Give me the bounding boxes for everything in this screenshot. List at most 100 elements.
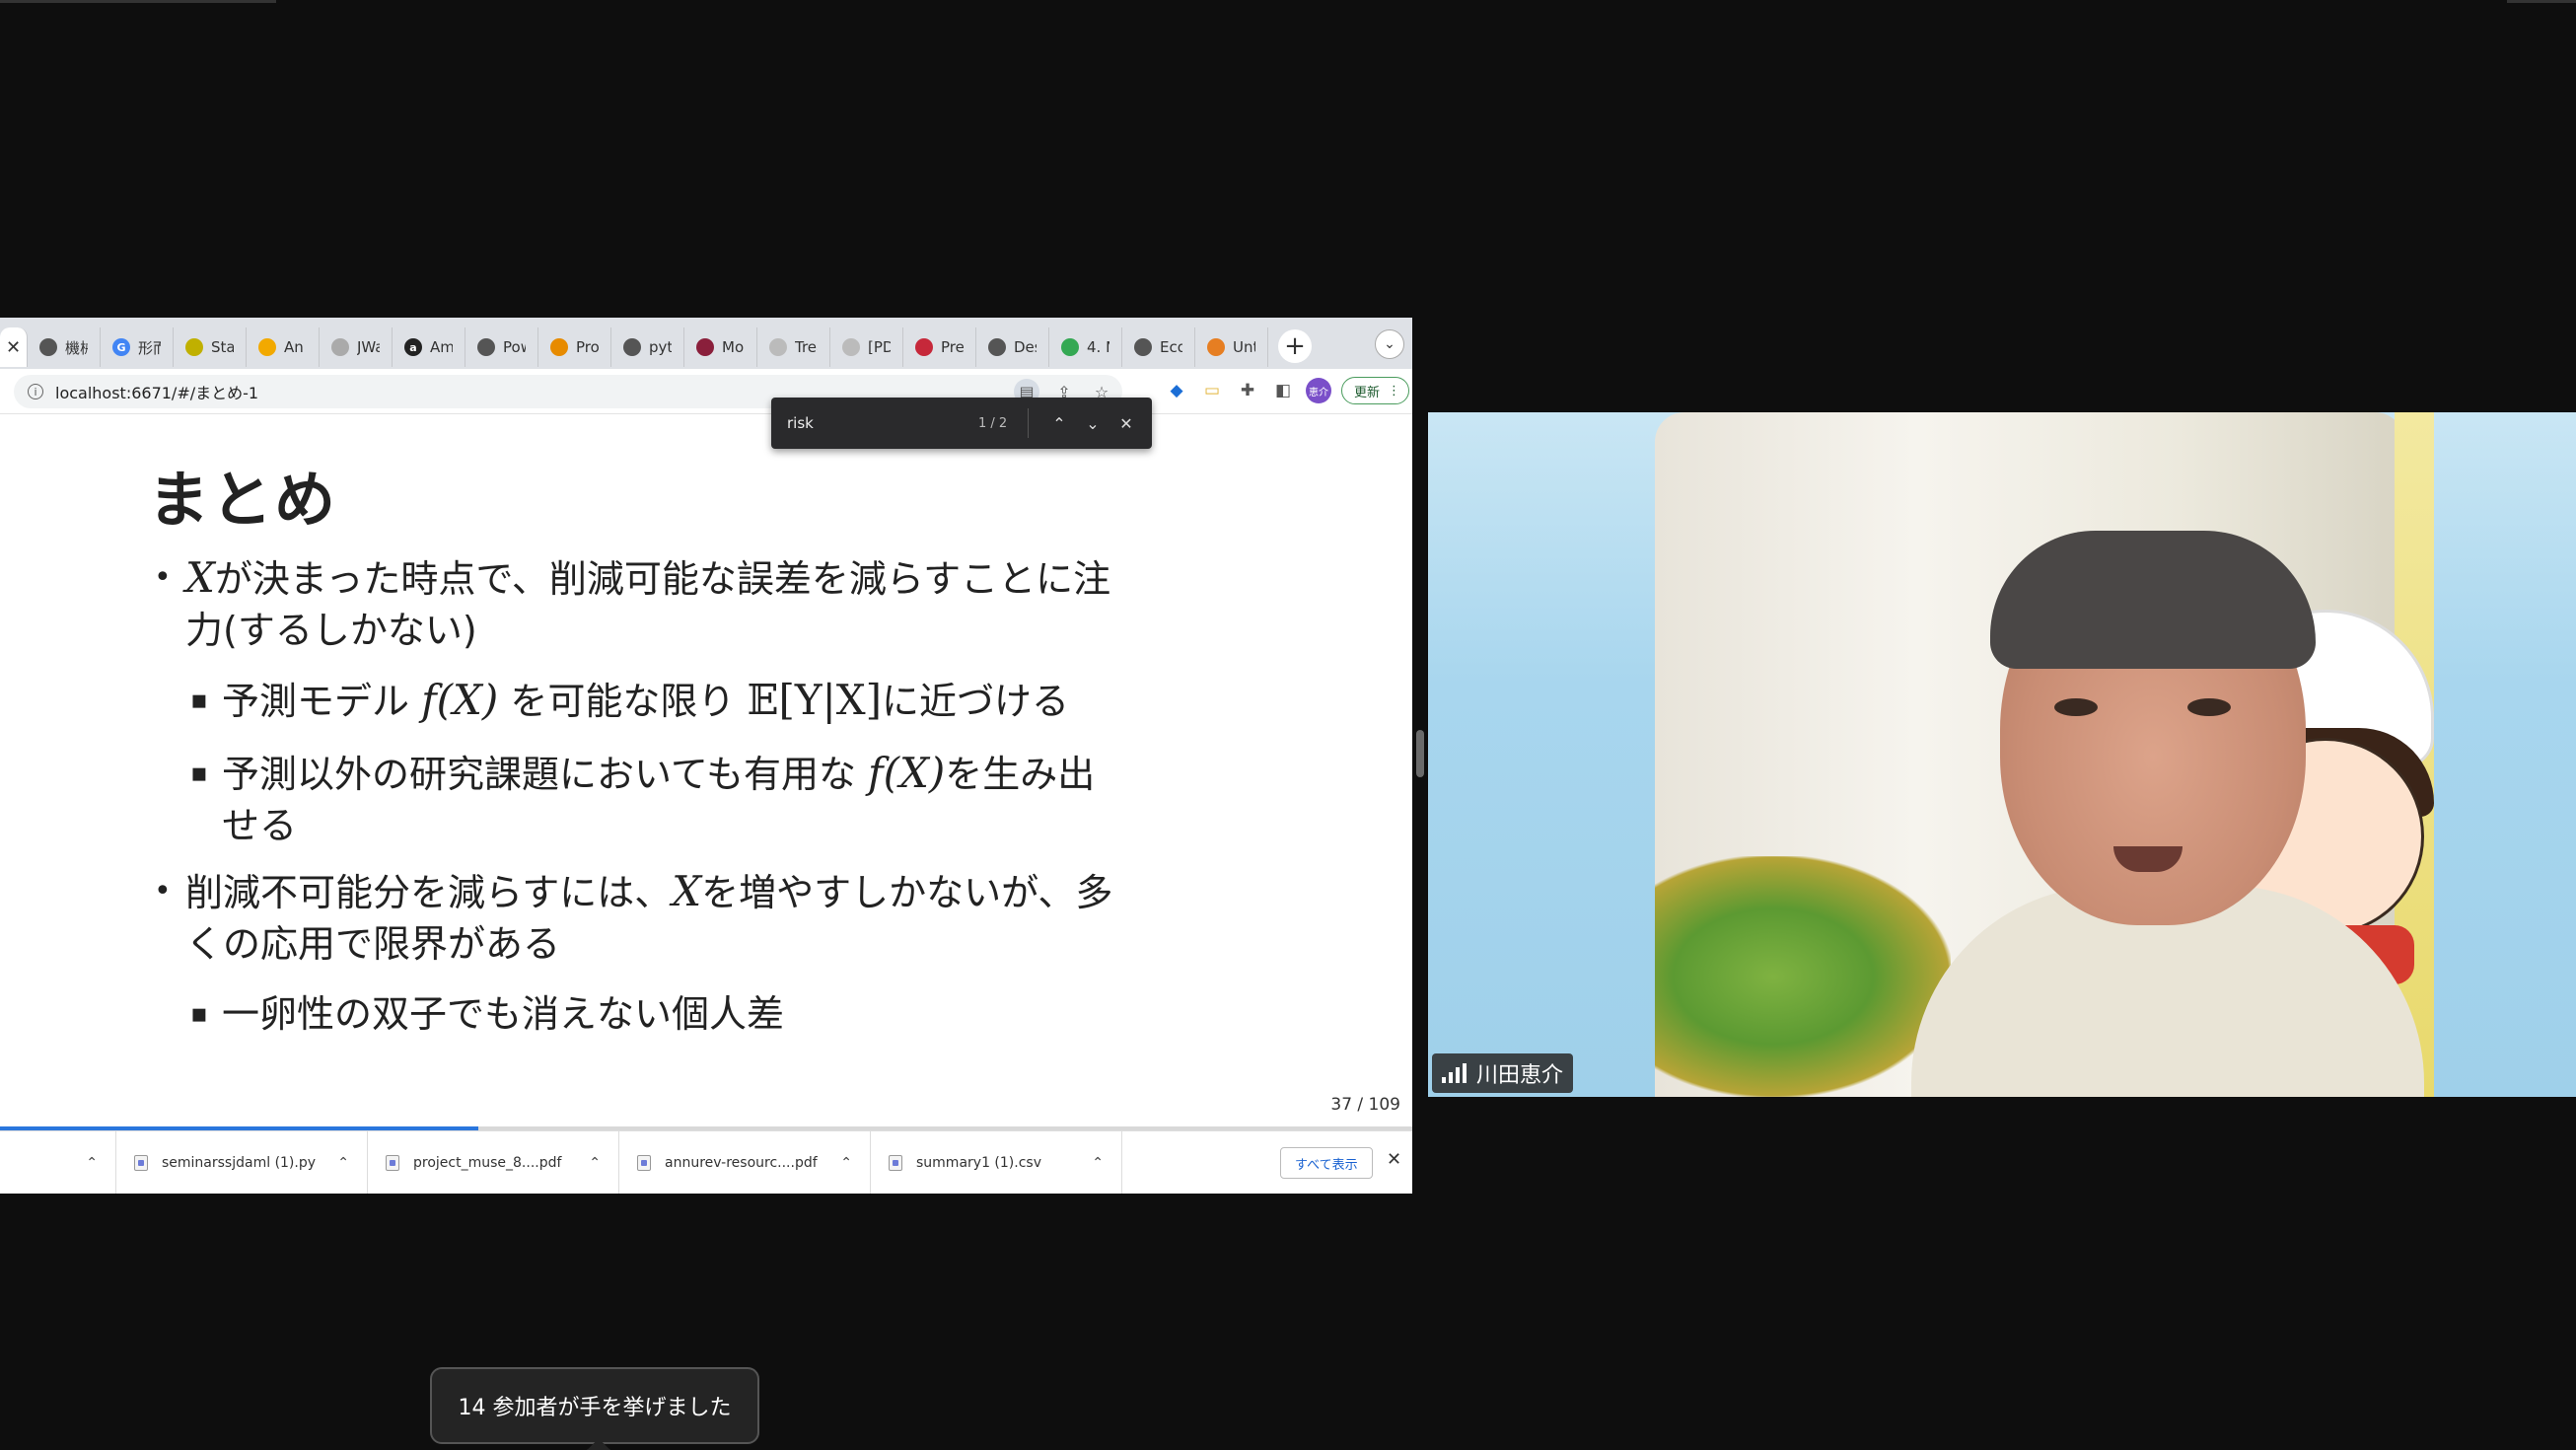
download-item[interactable]: summary1 (1).csv ⌃ bbox=[871, 1130, 1122, 1194]
download-filename: summary1 (1).csv bbox=[916, 1154, 1041, 1171]
side-panel-icon[interactable]: ◧ bbox=[1270, 377, 1296, 404]
tab-title: Pow bbox=[503, 338, 526, 356]
tab-title: Mon bbox=[722, 338, 745, 356]
tab-favicon-icon bbox=[331, 338, 349, 356]
tab-favicon-icon bbox=[185, 338, 203, 356]
tab-title: An In bbox=[284, 338, 307, 356]
top-divider bbox=[0, 0, 276, 3]
update-button[interactable]: 更新 ⋮ bbox=[1341, 377, 1410, 404]
bullet-text: 予測以外の研究課題においても有用な bbox=[222, 753, 869, 796]
chevron-up-icon[interactable]: ⌃ bbox=[840, 1155, 852, 1171]
browser-tab[interactable]: ✕ bbox=[0, 327, 28, 367]
bullet-text: に近づける bbox=[882, 680, 1070, 723]
tab-favicon-icon: a bbox=[404, 338, 422, 356]
browser-tab[interactable]: pyth bbox=[611, 327, 684, 367]
download-item[interactable]: project_muse_8....pdf ⌃ bbox=[368, 1130, 619, 1194]
bullet-text: 削減不可能分を減らすには、 bbox=[185, 871, 673, 914]
file-icon bbox=[134, 1154, 148, 1171]
top-divider-right bbox=[2507, 0, 2576, 3]
tab-favicon-icon bbox=[477, 338, 495, 356]
menu-kebab-icon: ⋮ bbox=[1388, 383, 1401, 399]
raised-hands-notification[interactable]: 14 参加者が手を挙げました bbox=[430, 1367, 759, 1444]
tab-close-icon[interactable]: ✕ bbox=[6, 337, 21, 358]
panel-resize-handle[interactable] bbox=[1416, 730, 1424, 777]
download-item-partial[interactable]: ⌃ bbox=[0, 1130, 116, 1194]
browser-tab[interactable]: Econ bbox=[1122, 327, 1195, 367]
bullet-square: ▪ bbox=[190, 999, 208, 1029]
browser-tab[interactable]: G 形而 bbox=[101, 327, 174, 367]
find-input[interactable]: risk bbox=[787, 414, 965, 432]
math-fx: f(X) bbox=[421, 676, 499, 724]
find-match-count: 1 / 2 bbox=[978, 415, 1008, 431]
browser-tab[interactable]: 機械 bbox=[28, 327, 101, 367]
browser-tab[interactable]: a Ama bbox=[393, 327, 465, 367]
tab-title: 形而 bbox=[138, 338, 161, 357]
bullet-1a: ▪ 予測モデル f(X) を可能な限り 𝔼[Y|X]に近づける bbox=[190, 675, 1159, 727]
show-all-downloads-button[interactable]: すべて表示 bbox=[1280, 1147, 1373, 1179]
tab-favicon-icon bbox=[915, 338, 933, 356]
chevron-up-icon[interactable]: ⌃ bbox=[1092, 1155, 1104, 1171]
math-expectation: 𝔼[Y|X] bbox=[747, 676, 883, 724]
close-icon[interactable]: ✕ bbox=[1387, 1149, 1401, 1170]
bullet-square: ▪ bbox=[190, 686, 208, 715]
tab-title: Econ bbox=[1160, 338, 1182, 356]
tab-title: Untit bbox=[1233, 338, 1255, 356]
slide-title: まとめ bbox=[148, 464, 338, 536]
browser-tab[interactable]: [PDF bbox=[830, 327, 903, 367]
download-item[interactable]: seminarssjdaml (1).py ⌃ bbox=[116, 1130, 368, 1194]
bullet-text: を生み出 bbox=[945, 753, 1096, 796]
chevron-up-icon[interactable]: ⌃ bbox=[86, 1155, 98, 1171]
browser-tab[interactable]: Desi bbox=[976, 327, 1049, 367]
browser-tab[interactable]: Untit bbox=[1195, 327, 1268, 367]
math-x: X bbox=[185, 553, 215, 602]
download-item[interactable]: annurev-resourc....pdf ⌃ bbox=[619, 1130, 871, 1194]
profile-avatar[interactable]: 恵介 bbox=[1306, 378, 1331, 403]
browser-tab[interactable]: An In bbox=[247, 327, 320, 367]
bullet-dot: • bbox=[154, 560, 172, 595]
participant-person bbox=[1892, 531, 2424, 1097]
site-info-icon[interactable]: i bbox=[28, 384, 43, 399]
browser-tab[interactable]: Treat bbox=[757, 327, 830, 367]
extension-graduation-icon[interactable]: ◆ bbox=[1164, 377, 1189, 404]
find-close-icon[interactable]: ✕ bbox=[1109, 406, 1143, 440]
tab-favicon-icon bbox=[988, 338, 1006, 356]
new-tab-button[interactable]: + bbox=[1278, 329, 1312, 363]
extensions-puzzle-icon[interactable]: ✚ bbox=[1235, 377, 1260, 404]
tab-favicon-icon bbox=[842, 338, 860, 356]
bullet-1: • Xが決まった時点で、削減可能な誤差を減らすことに注 力(するしかない) bbox=[154, 552, 1152, 656]
update-label: 更新 bbox=[1354, 385, 1381, 400]
find-divider bbox=[1028, 408, 1029, 438]
bullet-text: を可能な限り bbox=[498, 680, 748, 723]
shared-browser-window: ✕ 機械 G 形而 Stati An In JWar a Ama Pow Proje pyth Mon T… bbox=[0, 318, 1412, 1194]
browser-tab[interactable]: Proje bbox=[538, 327, 611, 367]
chevron-up-icon[interactable]: ⌃ bbox=[589, 1155, 601, 1171]
browser-tab[interactable]: Stati bbox=[174, 327, 247, 367]
file-icon bbox=[386, 1154, 399, 1171]
browser-tab[interactable]: Pred bbox=[903, 327, 976, 367]
browser-tab[interactable]: JWar bbox=[320, 327, 393, 367]
toast-text: 14 参加者が手を挙げました bbox=[458, 1396, 732, 1420]
bullet-text-cont: 力(するしかない) bbox=[185, 609, 477, 652]
downloads-bar: ⌃ seminarssjdaml (1).py ⌃ project_muse_8..… bbox=[0, 1130, 1412, 1194]
bullet-square: ▪ bbox=[190, 759, 208, 788]
browser-toolbar: i localhost:6671/#/まとめ-1 ▤ ⇪ ☆ ◆ ▭ ✚ ◧ 恵… bbox=[0, 369, 1412, 414]
browser-tab[interactable]: Mon bbox=[684, 327, 757, 367]
browser-tab[interactable]: 4. N bbox=[1049, 327, 1122, 367]
browser-tab[interactable]: Pow bbox=[465, 327, 538, 367]
tab-title: 4. N bbox=[1087, 338, 1109, 356]
tab-title: [PDF bbox=[868, 338, 891, 356]
extension-folder-icon[interactable]: ▭ bbox=[1199, 377, 1225, 404]
find-previous-icon[interactable]: ⌃ bbox=[1042, 406, 1076, 440]
participant-name-tag: 川田恵介 bbox=[1432, 1053, 1574, 1093]
participant-video[interactable] bbox=[1428, 412, 2576, 1097]
download-filename: project_muse_8....pdf bbox=[413, 1154, 562, 1171]
tab-title: pyth bbox=[649, 338, 672, 356]
tab-favicon-icon bbox=[258, 338, 276, 356]
screen: ✕ 機械 G 形而 Stati An In JWar a Ama Pow Proje pyth Mon T… bbox=[0, 0, 2576, 1450]
tab-search-chevron-icon[interactable]: ⌄ bbox=[1375, 329, 1404, 359]
tab-favicon-icon: G bbox=[112, 338, 130, 356]
tab-title: JWar bbox=[357, 338, 380, 356]
chevron-up-icon[interactable]: ⌃ bbox=[337, 1155, 349, 1171]
find-next-icon[interactable]: ⌄ bbox=[1076, 406, 1109, 440]
tab-favicon-icon bbox=[39, 338, 57, 356]
